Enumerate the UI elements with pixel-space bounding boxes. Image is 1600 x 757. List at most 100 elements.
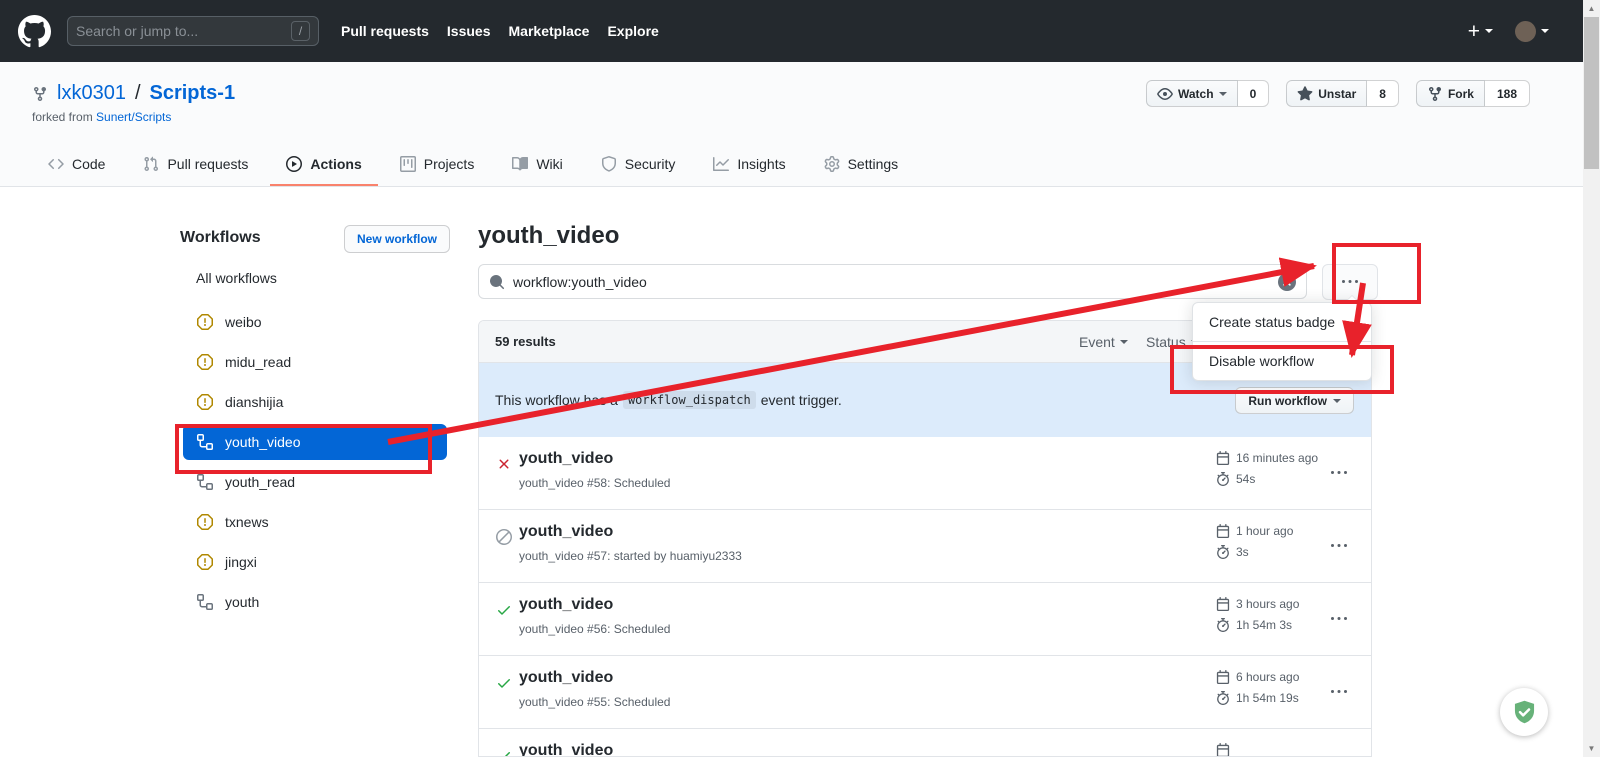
repo-name-link[interactable]: Scripts-1	[150, 82, 236, 105]
run-options-button[interactable]	[1331, 684, 1351, 700]
global-search-input[interactable]	[76, 23, 285, 39]
banner-text: This workflow has a	[495, 392, 618, 408]
sidebar-item-youth-read[interactable]: youth_read	[183, 462, 447, 502]
sidebar-item-label: youth_video	[225, 434, 301, 450]
run-options-button[interactable]	[1331, 538, 1351, 554]
tab-actions[interactable]: Actions	[270, 143, 377, 186]
run-options-button[interactable]	[1331, 465, 1351, 481]
run-title-link[interactable]: youth_video	[519, 669, 613, 687]
clear-filter-button[interactable]	[1278, 273, 1296, 291]
alert-icon	[197, 514, 213, 530]
alert-icon	[197, 354, 213, 370]
stopwatch-icon	[1216, 545, 1230, 559]
run-title-link[interactable]: youth_video	[519, 742, 613, 757]
alert-icon	[197, 394, 213, 410]
kebab-horizontal-icon	[1331, 684, 1347, 700]
top-nav: / Pull requests Issues Marketplace Explo…	[0, 0, 1583, 62]
caret-down-icon	[1541, 29, 1549, 33]
nav-pull-requests[interactable]: Pull requests	[341, 23, 429, 39]
sidebar-item-weibo[interactable]: weibo	[183, 302, 447, 342]
unstar-label: Unstar	[1318, 87, 1356, 101]
runs-filter-input[interactable]	[513, 274, 1270, 290]
nav-issues[interactable]: Issues	[447, 23, 491, 39]
top-nav-right: +	[1468, 21, 1549, 42]
caret-down-icon	[1333, 399, 1341, 403]
repo-owner-link[interactable]: lxk0301	[57, 82, 126, 105]
repo-tabs: Code Pull requests Actions Projects Wiki…	[32, 143, 914, 186]
run-title-link[interactable]: youth_video	[519, 523, 613, 541]
workflow-icon	[197, 434, 213, 450]
sidebar-item-dianshijia[interactable]: dianshijia	[183, 382, 447, 422]
run-meta: 6 hours ago 1h 54m 19s	[1216, 666, 1299, 708]
run-row: youth_video	[479, 729, 1371, 757]
status-filter-dropdown[interactable]: Status	[1146, 334, 1199, 350]
avatar	[1515, 21, 1536, 42]
repo-header: lxk0301 / Scripts-1 forked from Sunert/S…	[0, 62, 1583, 187]
run-duration: 54s	[1236, 472, 1255, 486]
tab-label: Insights	[737, 156, 785, 172]
kebab-horizontal-icon	[1342, 274, 1358, 290]
fork-note: forked from Sunert/Scripts	[32, 110, 171, 124]
tab-code[interactable]: Code	[32, 143, 121, 186]
shield-check-icon	[1511, 699, 1538, 726]
fork-count[interactable]: 188	[1485, 80, 1530, 107]
sidebar-item-youth[interactable]: youth	[183, 582, 447, 622]
tab-pull-requests[interactable]: Pull requests	[127, 143, 264, 186]
tab-security[interactable]: Security	[585, 143, 692, 186]
sidebar-item-label: youth_read	[225, 474, 295, 490]
run-workflow-label: Run workflow	[1248, 394, 1327, 408]
run-subtitle: youth_video #58: Scheduled	[519, 476, 670, 490]
new-workflow-button[interactable]: New workflow	[344, 225, 450, 253]
tab-wiki[interactable]: Wiki	[496, 143, 578, 186]
caret-down-icon	[1219, 92, 1227, 96]
nav-explore[interactable]: Explore	[607, 23, 658, 39]
watch-button[interactable]: Watch	[1146, 80, 1238, 107]
nav-marketplace[interactable]: Marketplace	[509, 23, 590, 39]
user-menu-dropdown[interactable]	[1515, 21, 1549, 42]
sidebar-item-midu-read[interactable]: midu_read	[183, 342, 447, 382]
workflows-heading: Workflows	[180, 229, 261, 247]
calendar-icon	[1216, 597, 1230, 611]
adguard-shield-button[interactable]	[1500, 688, 1548, 736]
search-icon	[489, 274, 505, 290]
run-when: 6 hours ago	[1236, 670, 1299, 684]
star-count[interactable]: 8	[1367, 80, 1399, 107]
repo-title: lxk0301 / Scripts-1	[32, 82, 235, 105]
run-title-link[interactable]: youth_video	[519, 596, 613, 614]
browser-scrollbar[interactable]: ▲ ▼	[1583, 0, 1600, 757]
calendar-icon	[1216, 451, 1230, 465]
tab-label: Wiki	[536, 156, 562, 172]
scrollbar-up-icon[interactable]: ▲	[1583, 0, 1600, 17]
forked-from-label: forked from	[32, 110, 93, 124]
scrollbar-thumb[interactable]	[1584, 17, 1599, 169]
sidebar-item-youth-video[interactable]: youth_video	[183, 424, 447, 460]
unstar-button[interactable]: Unstar	[1286, 80, 1367, 107]
event-filter-dropdown[interactable]: Event	[1079, 334, 1128, 350]
tab-label: Settings	[848, 156, 899, 172]
sidebar-item-jingxi[interactable]: jingxi	[183, 542, 447, 582]
stopwatch-icon	[1216, 618, 1230, 632]
fork-button[interactable]: Fork	[1416, 80, 1485, 107]
run-row: youth_video youth_video #57: started by …	[479, 510, 1371, 583]
create-new-dropdown[interactable]: +	[1468, 21, 1493, 42]
page-title: youth_video	[478, 222, 619, 250]
tab-projects[interactable]: Projects	[384, 143, 491, 186]
github-logo-icon[interactable]	[18, 15, 51, 48]
run-title-link[interactable]: youth_video	[519, 450, 613, 468]
menu-item-create-status-badge[interactable]: Create status badge	[1193, 303, 1371, 341]
tab-settings[interactable]: Settings	[808, 143, 915, 186]
run-meta: 1 hour ago 3s	[1216, 520, 1293, 562]
scrollbar-down-icon[interactable]: ▼	[1583, 740, 1600, 757]
watch-count[interactable]: 0	[1238, 80, 1270, 107]
tab-label: Pull requests	[167, 156, 248, 172]
sidebar-item-txnews[interactable]: txnews	[183, 502, 447, 542]
tab-label: Code	[72, 156, 105, 172]
run-workflow-button[interactable]: Run workflow	[1235, 387, 1354, 414]
tab-insights[interactable]: Insights	[697, 143, 801, 186]
project-icon	[400, 156, 416, 172]
menu-item-disable-workflow[interactable]: Disable workflow	[1193, 341, 1371, 380]
sidebar-item-all-workflows[interactable]: All workflows	[196, 270, 277, 286]
status-filter-label: Status	[1146, 334, 1186, 350]
run-options-button[interactable]	[1331, 611, 1351, 627]
fork-source-link[interactable]: Sunert/Scripts	[96, 110, 171, 124]
